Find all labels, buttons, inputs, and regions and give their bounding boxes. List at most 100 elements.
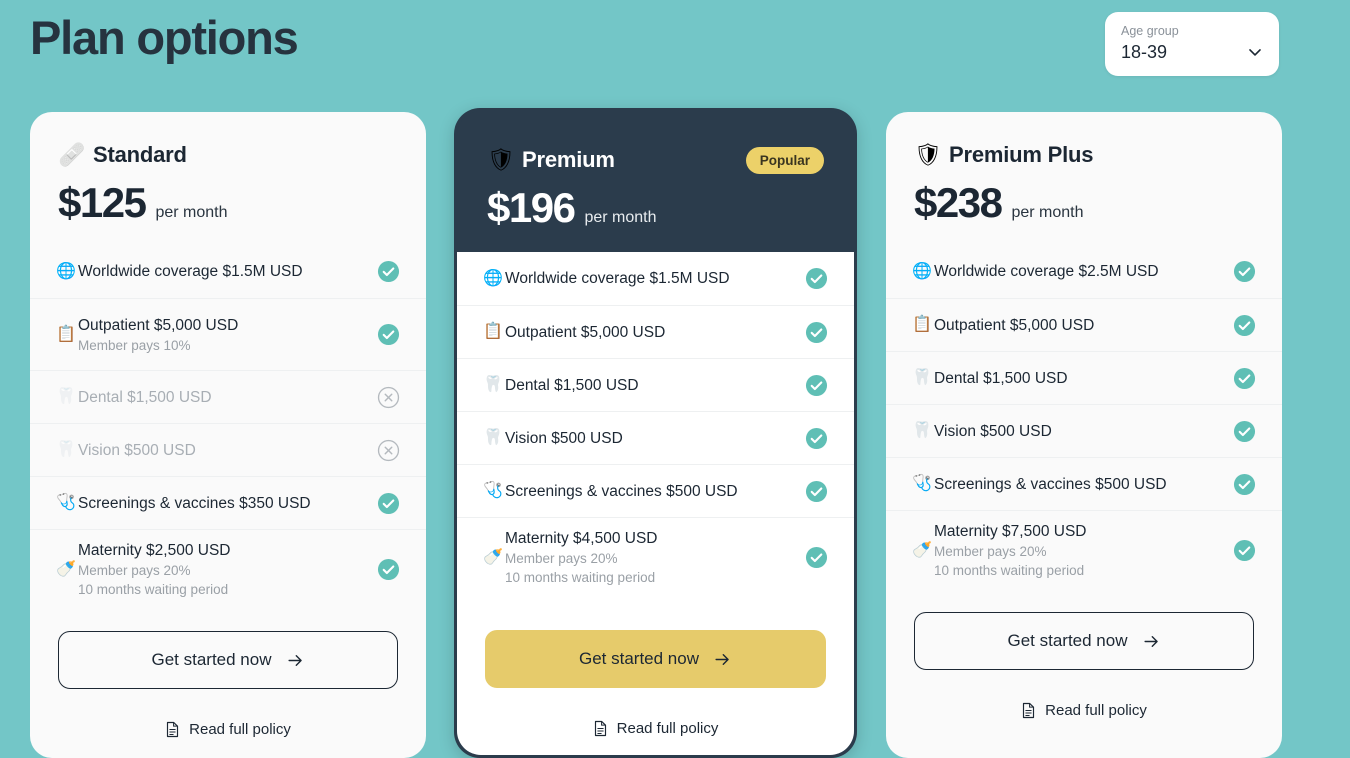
feature-title: Outpatient $5,000 USD (505, 323, 666, 341)
check-circle-icon (805, 427, 828, 449)
feature-row: 🦷 Dental $1,500 USD (457, 358, 854, 411)
plan-header: 🛡 Premium Plus $238 per month (886, 112, 1282, 245)
price-row: $238 per month (914, 179, 1254, 227)
check-circle-icon (805, 321, 828, 343)
price-row: $125 per month (58, 179, 398, 227)
feature-subtext: Member pays 10% (78, 337, 191, 353)
plan-name: Standard (93, 142, 187, 167)
check-circle-icon (377, 323, 400, 346)
feature-row: 🩺 Screenings & vaccines $500 USD (886, 457, 1282, 510)
get-started-button[interactable]: Get started now (58, 631, 398, 689)
feature-row: 🍼 Maternity $2,500 USD Member pays 20% 10 m… (30, 529, 426, 609)
feature-row: 🍼 Maternity $4,500 USD Member pays 20% 10 m… (457, 517, 854, 597)
plan-name: Premium (522, 147, 615, 172)
get-started-button[interactable]: Get started now (485, 630, 826, 688)
plan-name-row: 🛡 Premium Plus (914, 142, 1254, 168)
read-full-policy-link[interactable]: Read full policy (886, 686, 1282, 737)
pacifier-icon: 🍼 (56, 560, 76, 578)
arrow-right-icon (287, 654, 302, 666)
check-circle-icon (805, 480, 828, 502)
tooth-icon: 🦷 (912, 369, 932, 386)
x-circle-icon (377, 439, 400, 461)
price-period: per month (1011, 204, 1084, 221)
clipboard-plus-icon: 📋 (483, 323, 503, 340)
plan-card-premium-plus: 🛡 Premium Plus $238 per month 🌐 Worldwide cov… (886, 112, 1282, 758)
tooth-icon: 🦷 (912, 422, 932, 439)
check-circle-icon (1233, 473, 1256, 495)
pacifier-icon: 🍼 (912, 541, 932, 559)
read-full-policy-label: Read full policy (616, 720, 719, 737)
document-icon (167, 721, 179, 738)
feature-row: 🦷 Vision $500 USD (457, 411, 854, 464)
check-circle-icon (805, 546, 828, 569)
feature-row: 🌐 Worldwide coverage $1.5M USD (30, 245, 426, 298)
tooth-icon: 🦷 (56, 441, 76, 458)
feature-title: Maternity $7,500 USD (934, 523, 1087, 540)
feature-list: 🌐 Worldwide coverage $2.5M USD 📋 Outpatient… (886, 245, 1282, 590)
feature-title: Outpatient $5,000 USD (934, 316, 1095, 334)
clipboard-plus-icon: 📋 (56, 325, 76, 343)
feature-title: Maternity $2,500 USD (78, 542, 231, 559)
feature-row: 🦷 Vision $500 USD (30, 423, 426, 476)
feature-title: Screenings & vaccines $350 USD (78, 494, 311, 512)
feature-title: Worldwide coverage $1.5M USD (505, 270, 730, 287)
cta-wrapper: Get started now (457, 608, 854, 704)
check-circle-icon (1233, 367, 1256, 389)
read-full-policy-link[interactable]: Read full policy (457, 704, 854, 755)
feature-row: 📋 Outpatient $5,000 USD (886, 298, 1282, 351)
plan-price: $125 (58, 179, 147, 226)
read-full-policy-label: Read full policy (189, 721, 291, 738)
feature-subtext: Member pays 20% (78, 563, 191, 578)
feature-row: 📋 Outpatient $5,000 USD Member pays 10% (30, 298, 426, 370)
check-circle-icon (1233, 420, 1256, 442)
check-circle-icon (377, 558, 400, 581)
check-circle-icon (1233, 539, 1256, 562)
plan-name: Premium Plus (949, 142, 1094, 167)
feature-subtext: Member pays 20% (934, 544, 1047, 559)
globe-icon: 🌐 (56, 262, 76, 280)
plan-cards-row: 🩹 Standard $125 per month 🌐 Worldwide coverag… (0, 0, 1350, 758)
feature-title: Vision $500 USD (934, 422, 1052, 440)
feature-title: Screenings & vaccines $500 USD (505, 482, 738, 500)
stethoscope-heart-icon: 🩺 (912, 475, 932, 492)
feature-list: 🌐 Worldwide coverage $1.5M USD 📋 Outpatient… (30, 245, 426, 609)
feature-row: 📋 Outpatient $5,000 USD (457, 305, 854, 358)
plan-card-standard: 🩹 Standard $125 per month 🌐 Worldwide coverag… (30, 112, 426, 758)
feature-row: 🦷 Vision $500 USD (886, 404, 1282, 457)
read-full-policy-label: Read full policy (1045, 702, 1147, 719)
globe-icon: 🌐 (912, 262, 932, 280)
pacifier-icon: 🍼 (483, 548, 503, 566)
check-circle-icon (377, 260, 400, 283)
feature-row: 🍼 Maternity $7,500 USD Member pays 20% 10 m… (886, 510, 1282, 590)
document-icon (1023, 702, 1035, 719)
cta-wrapper: Get started now (30, 609, 426, 705)
feature-row: 🌐 Worldwide coverage $1.5M USD (457, 252, 854, 305)
check-circle-icon (805, 267, 828, 290)
get-started-label: Get started now (578, 649, 699, 668)
price-row: $196 per month (487, 184, 826, 232)
feature-row: 🦷 Dental $1,500 USD (886, 351, 1282, 404)
x-circle-icon (377, 386, 400, 408)
shield-heart-icon: 🛡 (487, 147, 515, 172)
read-full-policy-link[interactable]: Read full policy (30, 705, 426, 756)
feature-row: 🦷 Dental $1,500 USD (30, 370, 426, 423)
shield-sparkle-icon: 🛡 (914, 142, 942, 167)
plan-price: $196 (487, 184, 576, 231)
document-icon (594, 720, 606, 737)
plan-name-row: 🩹 Standard (58, 142, 398, 168)
price-period: per month (155, 204, 228, 221)
feature-subtext: 10 months waiting period (934, 563, 1085, 578)
feature-subtext: 10 months waiting period (505, 570, 656, 585)
feature-title: Dental $1,500 USD (934, 369, 1068, 387)
globe-icon: 🌐 (483, 269, 503, 287)
popular-badge: Popular (745, 147, 824, 174)
plan-card-premium: 🛡 Premium Popular $196 per month 🌐 Worldwide c… (454, 108, 857, 758)
feature-title: Vision $500 USD (505, 429, 623, 447)
stethoscope-heart-icon: 🩺 (483, 482, 503, 499)
tooth-icon: 🦷 (483, 429, 503, 446)
plan-price: $238 (914, 179, 1003, 226)
feature-row: 🩺 Screenings & vaccines $350 USD (30, 476, 426, 529)
tooth-icon: 🦷 (56, 388, 76, 405)
get-started-button[interactable]: Get started now (914, 612, 1254, 670)
plan-header: 🩹 Standard $125 per month (30, 112, 426, 245)
